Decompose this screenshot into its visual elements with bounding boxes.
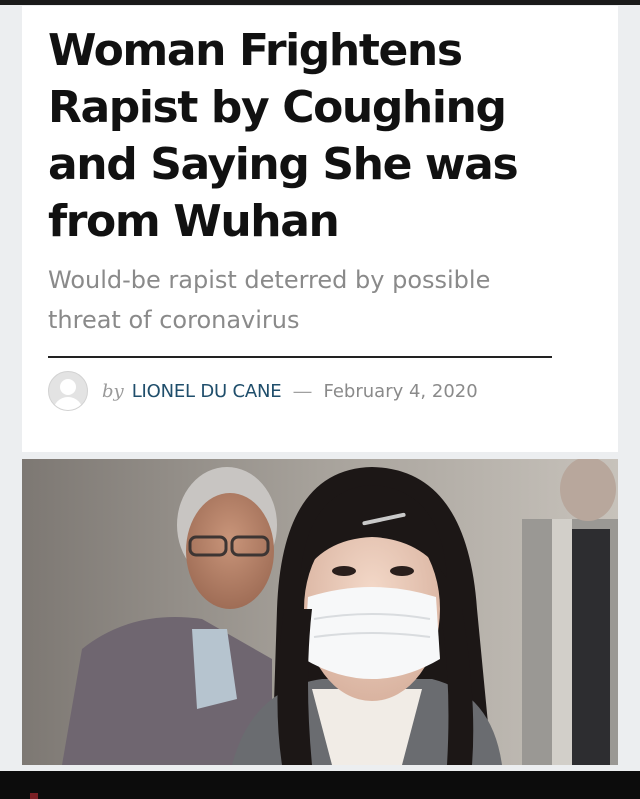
article-hero-image: [22, 457, 618, 765]
bottom-icon: [30, 793, 38, 799]
publish-date: February 4, 2020: [323, 380, 478, 402]
bottom-bar: [0, 771, 640, 799]
byline: by LIONEL DU CANE — February 4, 2020: [48, 371, 478, 411]
article-headline: Woman Frightens Rapist by Coughing and S…: [48, 25, 519, 247]
byline-prefix: by: [102, 380, 124, 402]
hero-photo-illustration: [22, 457, 618, 765]
article-subheadline: Would-be rapist deterred by possible thr…: [48, 266, 491, 334]
byline-separator: —: [293, 380, 312, 401]
author-link[interactable]: LIONEL DU CANE: [132, 381, 282, 402]
header-divider: [48, 356, 552, 358]
user-avatar-icon[interactable]: [48, 371, 88, 411]
